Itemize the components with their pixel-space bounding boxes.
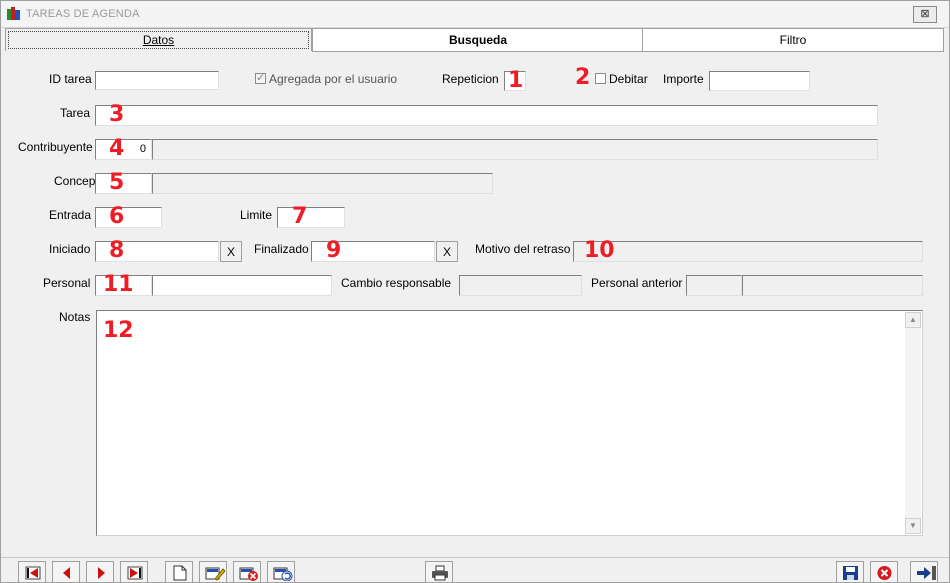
personal-anterior-code-field: [686, 275, 742, 296]
importe-input[interactable]: [709, 71, 810, 91]
tab-datos-label: Datos: [142, 33, 175, 47]
first-record-button[interactable]: [18, 561, 46, 582]
entrada-input[interactable]: [95, 207, 162, 228]
debitar-checkbox[interactable]: [595, 73, 606, 84]
tab-datos[interactable]: Datos: [5, 28, 312, 51]
marker-7: 7: [292, 204, 308, 229]
motivo-field: [573, 241, 923, 262]
personal-anterior-label: Personal anterior: [591, 276, 683, 290]
app-icon: [7, 7, 20, 20]
previous-record-icon: [63, 567, 70, 579]
window-title: TAREAS DE AGENDA: [26, 8, 140, 20]
entrada-label: Entrada: [49, 208, 92, 222]
tab-filtro[interactable]: Filtro: [642, 28, 944, 52]
iniciado-clear-button[interactable]: X: [220, 241, 242, 262]
next-record-icon: [98, 567, 105, 579]
marker-10: 10: [584, 238, 615, 263]
finalizado-label: Finalizado: [254, 242, 309, 256]
marker-8: 8: [109, 238, 125, 263]
save-icon: [843, 566, 858, 580]
tab-busqueda[interactable]: Busqueda: [312, 28, 644, 52]
notas-scrollbar[interactable]: ▲ ▼: [905, 312, 921, 534]
scroll-up-icon[interactable]: ▲: [905, 312, 921, 328]
edit-record-icon: [205, 567, 225, 581]
new-record-icon: [173, 565, 187, 581]
first-record-icon: [25, 566, 41, 580]
bottom-toolbar: [1, 557, 949, 582]
window: TAREAS DE AGENDA ⊠ Datos Busqueda Filtro…: [0, 0, 950, 583]
notas-textarea[interactable]: ▲ ▼: [96, 310, 923, 536]
cambio-field: [459, 275, 582, 296]
previous-record-button[interactable]: [52, 561, 80, 582]
cancel-button[interactable]: [870, 561, 898, 582]
marker-11: 11: [103, 272, 134, 297]
marker-5: 5: [109, 170, 125, 195]
limite-label: Limite: [240, 208, 273, 222]
cancel-icon: [877, 566, 892, 580]
save-button[interactable]: [836, 561, 864, 582]
id-tarea-label: ID tarea: [49, 72, 92, 86]
notas-label: Notas: [59, 310, 91, 324]
motivo-label: Motivo del retraso: [475, 242, 571, 256]
marker-3: 3: [109, 102, 125, 127]
marker-12: 12: [103, 318, 134, 343]
tarea-label: Tarea: [60, 106, 91, 120]
agregada-checkbox[interactable]: [255, 71, 266, 84]
delete-record-button[interactable]: [233, 561, 261, 582]
tab-bar: Datos Busqueda Filtro: [5, 28, 944, 52]
next-record-button[interactable]: [86, 561, 114, 582]
contribuyente-label: Contribuyente: [18, 140, 93, 154]
cambio-label: Cambio responsable: [341, 276, 452, 290]
tab-busqueda-label: Busqueda: [448, 33, 507, 47]
personal-anterior-name-field: [742, 275, 923, 296]
marker-1: 1: [508, 68, 524, 93]
marker-6: 6: [109, 204, 125, 229]
repeticion-label: Repeticion: [442, 72, 499, 86]
debitar-label: Debitar: [609, 72, 648, 86]
tarea-input[interactable]: [95, 105, 878, 126]
close-button[interactable]: ⊠: [913, 6, 937, 23]
marker-9: 9: [326, 238, 342, 263]
edit-record-button[interactable]: [199, 561, 227, 582]
tab-filtro-label: Filtro: [779, 33, 807, 47]
id-tarea-input[interactable]: [95, 71, 219, 90]
concepto-name-field: [152, 173, 493, 194]
agregada-label: Agregada por el usuario: [269, 72, 398, 86]
new-record-button[interactable]: [165, 561, 193, 582]
print-button[interactable]: [425, 561, 453, 582]
exit-icon: [917, 566, 936, 580]
marker-4: 4: [109, 136, 125, 161]
last-record-icon: [127, 566, 143, 580]
scroll-down-icon[interactable]: ▼: [905, 518, 921, 534]
marker-2: 2: [575, 65, 591, 90]
title-bar: TAREAS DE AGENDA ⊠: [1, 1, 949, 28]
exit-button[interactable]: [910, 561, 938, 582]
personal-label: Personal: [43, 276, 91, 290]
personal-name-field[interactable]: [152, 275, 332, 296]
iniciado-label: Iniciado: [49, 242, 91, 256]
delete-record-icon: [239, 567, 258, 581]
undo-record-icon: [273, 567, 293, 581]
finalizado-clear-button[interactable]: X: [436, 241, 458, 262]
undo-record-button[interactable]: [267, 561, 295, 582]
contribuyente-name-field: [152, 139, 878, 160]
last-record-button[interactable]: [120, 561, 148, 582]
limite-input[interactable]: [277, 207, 345, 228]
importe-label: Importe: [663, 72, 704, 86]
print-icon: [432, 565, 448, 581]
